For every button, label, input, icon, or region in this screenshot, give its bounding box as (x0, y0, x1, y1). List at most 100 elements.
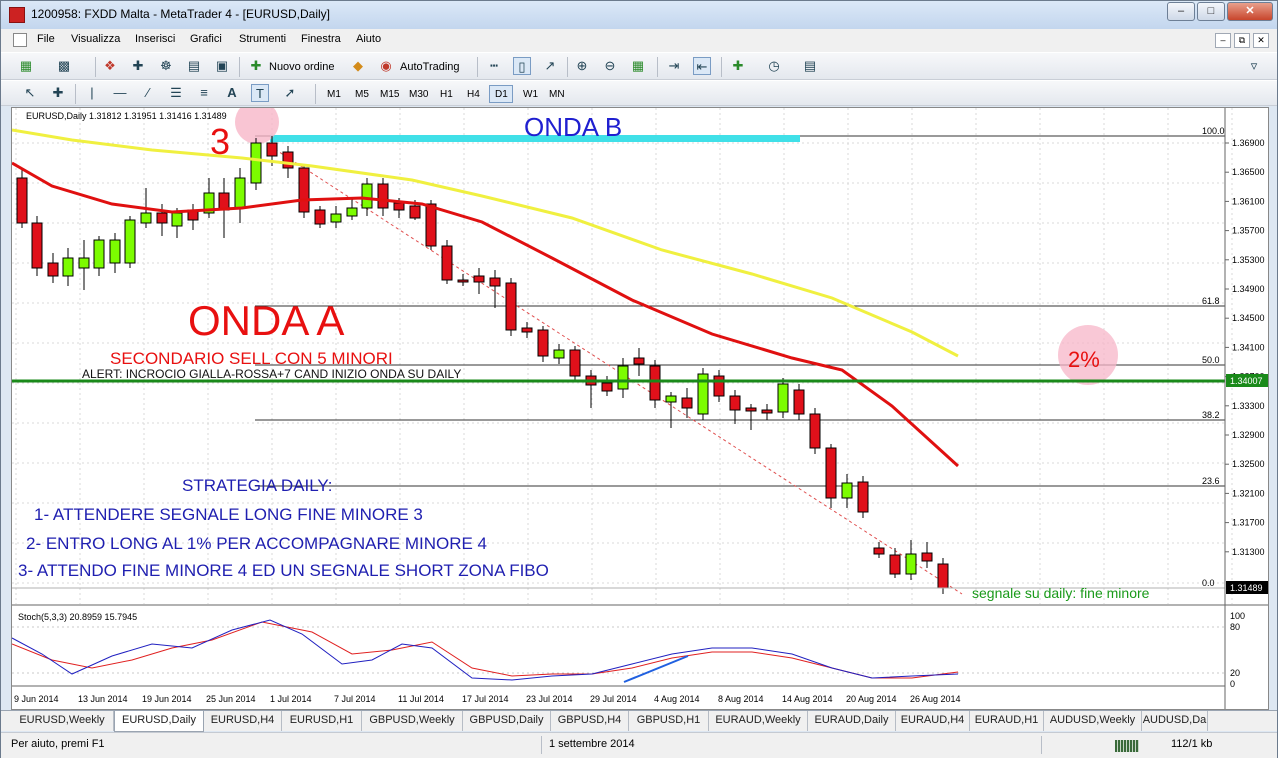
connection-bars-icon (1115, 740, 1139, 752)
chart-window[interactable]: 100.0 61.8 50.0 38.2 23.6 0.0 EURUSD,Daily 1.… (11, 107, 1269, 710)
candle (266, 142, 278, 157)
bar-chart-icon[interactable]: ┅ (485, 57, 503, 75)
line-chart-icon[interactable]: ↗ (541, 57, 559, 75)
date-axis-label: 7 Jul 2014 (334, 694, 376, 704)
chart-window-icon[interactable] (13, 33, 27, 47)
stoch-level-label: 100 (1230, 611, 1245, 621)
onda-b-label: ONDA B (524, 112, 622, 142)
mdi-minimize-button[interactable]: – (1215, 33, 1231, 48)
timeframe-h1[interactable]: H1 (440, 89, 453, 100)
navigator-icon[interactable]: ☸ (157, 57, 175, 75)
data-window-icon[interactable]: ✚ (129, 57, 147, 75)
timeframe-h4[interactable]: H4 (467, 89, 480, 100)
periods-icon[interactable]: ◷ (765, 57, 783, 75)
strategy-step-3: 3- ATTENDO FINE MINORE 4 ED UN SEGNALE S… (18, 561, 549, 580)
timeframe-d1[interactable]: D1 (489, 85, 513, 103)
crosshair-icon[interactable]: ✚ (49, 84, 67, 102)
chart-tab[interactable]: AUDUSD,Weekly (1044, 711, 1142, 731)
text-label-icon[interactable]: T (251, 84, 269, 102)
candle (330, 213, 342, 223)
menu-bar: File Visualizza Inserisci Grafici Strume… (1, 29, 1277, 52)
autotrading-icon[interactable]: ◉ (377, 57, 395, 75)
timeframe-m1[interactable]: M1 (327, 89, 341, 100)
metaeditor-icon[interactable]: ◆ (349, 57, 367, 75)
date-axis-label: 29 Jul 2014 (590, 694, 637, 704)
chart-tab[interactable]: AUDUSD,Da (1142, 711, 1208, 731)
zoom-in-icon[interactable]: ⊕ (573, 57, 591, 75)
fibo-level-label: 38.2 (1202, 410, 1220, 420)
stoch-level-label: 80 (1230, 622, 1240, 632)
chart-tab[interactable]: EURAUD,H1 (970, 711, 1044, 731)
date-axis-label: 23 Jul 2014 (526, 694, 573, 704)
chart-tab[interactable]: GBPUSD,H4 (551, 711, 629, 731)
strategy-step-1: 1- ATTENDERE SEGNALE LONG FINE MINORE 3 (34, 505, 423, 524)
timeframe-m30[interactable]: M30 (409, 89, 428, 100)
new-chart-icon[interactable]: ▦ (17, 57, 35, 75)
timeframe-w1[interactable]: W1 (523, 89, 538, 100)
chart-tab[interactable]: GBPUSD,Weekly (362, 711, 463, 731)
strategy-tester-icon[interactable]: ▣ (213, 57, 231, 75)
chart-tab[interactable]: EURUSD,H4 (204, 711, 282, 731)
chart-tab[interactable]: EURUSD,H1 (282, 711, 362, 731)
new-order-icon[interactable]: ✚ (247, 57, 265, 75)
templates-icon[interactable]: ▤ (801, 57, 819, 75)
profiles-icon[interactable]: ▩ (55, 57, 73, 75)
menu-aiuto[interactable]: Aiuto (356, 33, 381, 45)
maximize-window-button[interactable]: □ (1197, 2, 1225, 21)
chart-tab[interactable]: GBPUSD,Daily (463, 711, 551, 731)
tile-windows-icon[interactable]: ▦ (629, 57, 647, 75)
stoch-level-label: 0 (1230, 679, 1235, 689)
timeframe-m15[interactable]: M15 (380, 89, 399, 100)
menu-grafici[interactable]: Grafici (190, 33, 222, 45)
chart-tab[interactable]: EURAUD,Weekly (709, 711, 808, 731)
zoom-out-icon[interactable]: ⊖ (601, 57, 619, 75)
price-chart[interactable]: 100.0 61.8 50.0 38.2 23.6 0.0 EURUSD,Daily 1.… (12, 108, 1268, 709)
channel-icon[interactable]: ☰ (167, 84, 185, 102)
chart-tab[interactable]: GBPUSD,H1 (629, 711, 709, 731)
mdi-restore-button[interactable]: ⧉ (1234, 33, 1250, 48)
close-window-button[interactable]: ✕ (1227, 2, 1273, 21)
indicators-icon[interactable]: ✚ (729, 57, 747, 75)
text-tool-icon[interactable]: A (223, 84, 241, 102)
menu-inserisci[interactable]: Inserisci (135, 33, 175, 45)
fibo-level-label: 61.8 (1202, 296, 1220, 306)
date-axis-label: 13 Jun 2014 (78, 694, 128, 704)
vertical-line-icon[interactable]: | (83, 84, 101, 102)
candle (921, 552, 933, 562)
arrows-icon[interactable]: ➚ (281, 84, 299, 102)
chart-shift-icon[interactable]: ⇤ (693, 57, 711, 75)
market-watch-icon[interactable]: ❖ (101, 57, 119, 75)
chart-tab[interactable]: EURAUD,H4 (896, 711, 970, 731)
terminal-icon[interactable]: ▤ (185, 57, 203, 75)
price-axis-label: 1.36900 (1232, 138, 1265, 148)
chart-tab[interactable]: EURUSD,Weekly (11, 711, 114, 731)
autotrading-button[interactable]: AutoTrading (400, 61, 460, 73)
autoscroll-icon[interactable]: ⇥ (665, 57, 683, 75)
candle (441, 245, 453, 281)
timeframe-mn[interactable]: MN (549, 89, 565, 100)
minimize-window-button[interactable]: – (1167, 2, 1195, 21)
chart-tabs: EURUSD,Weekly EURUSD,Daily EURUSD,H4 EURUSD… (1, 710, 1277, 732)
candle (93, 239, 105, 269)
candle (457, 279, 469, 283)
menu-strumenti[interactable]: Strumenti (239, 33, 286, 45)
menu-visualizza[interactable]: Visualizza (71, 33, 120, 45)
price-axis-label: 1.33300 (1232, 401, 1265, 411)
chart-tab[interactable]: EURUSD,Daily (114, 711, 204, 732)
cursor-icon[interactable]: ↖ (21, 84, 39, 102)
candle (473, 275, 485, 283)
horizontal-line-icon[interactable]: — (111, 84, 129, 102)
stoch-header: Stoch(5,3,3) 20.8959 15.7945 (18, 612, 137, 622)
community-icon[interactable]: ▿ (1245, 57, 1263, 75)
fibonacci-icon[interactable]: ≡ (195, 84, 213, 102)
menu-finestra[interactable]: Finestra (301, 33, 341, 45)
candlestick-chart-icon[interactable]: ▯ (513, 57, 531, 75)
mdi-close-button[interactable]: ✕ (1253, 33, 1269, 48)
chart-tab[interactable]: EURAUD,Daily (808, 711, 896, 731)
trendline-icon[interactable]: ∕ (139, 84, 157, 102)
date-axis-label: 11 Jul 2014 (398, 694, 444, 704)
new-order-button[interactable]: Nuovo ordine (269, 61, 334, 73)
candle (633, 357, 645, 365)
menu-file[interactable]: File (37, 33, 55, 45)
timeframe-m5[interactable]: M5 (355, 89, 369, 100)
